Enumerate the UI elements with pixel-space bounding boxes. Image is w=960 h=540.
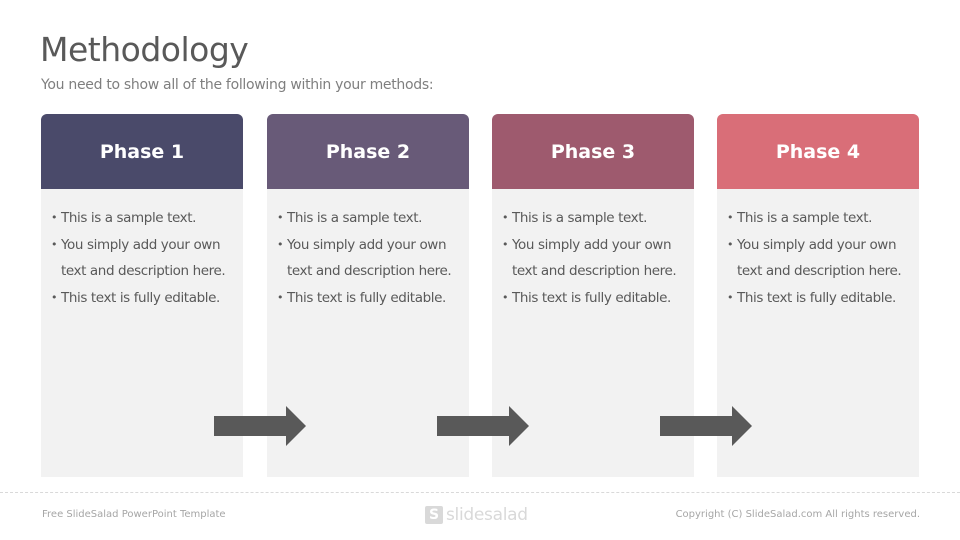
bullet-item: This text is fully editable. [51, 285, 243, 312]
bullet-item: You simply add your own text and descrip… [51, 232, 243, 285]
bullet-item: This is a sample text. [277, 205, 469, 232]
footer-divider [0, 492, 960, 493]
footer-copyright: Copyright (C) SlideSalad.com All rights … [675, 509, 920, 520]
phase-label: Phase 2 [325, 140, 411, 163]
bullet-item: This text is fully editable. [727, 285, 919, 312]
bullet-item: This is a sample text. [727, 205, 919, 232]
logo-mark-icon: S [425, 506, 443, 524]
bullet-item: This text is fully editable. [277, 285, 469, 312]
bullet-item: You simply add your own text and descrip… [277, 232, 469, 285]
phase-bullet-list: This is a sample text. You simply add yo… [492, 189, 694, 311]
phase-header-4: Phase 4 [717, 114, 919, 189]
bullet-item: You simply add your own text and descrip… [502, 232, 694, 285]
slidesalad-logo: S slidesalad [425, 505, 528, 525]
phase-header-2: Phase 2 [267, 114, 469, 189]
phase-column-1: Phase 1 This is a sample text. You simpl… [41, 114, 243, 477]
arrow-right-icon [214, 406, 306, 446]
phase-label: Phase 3 [550, 140, 636, 163]
phase-header-3: Phase 3 [492, 114, 694, 189]
phase-bullet-list: This is a sample text. You simply add yo… [41, 189, 243, 311]
arrow-right-icon [437, 406, 529, 446]
phase-label: Phase 4 [775, 140, 861, 163]
phase-label: Phase 1 [99, 140, 185, 163]
slide-title: Methodology [40, 30, 249, 69]
footer-left-text: Free SlideSalad PowerPoint Template [42, 509, 226, 520]
phase-bullet-list: This is a sample text. You simply add yo… [717, 189, 919, 311]
phase-bullet-list: This is a sample text. You simply add yo… [267, 189, 469, 311]
logo-text: slidesalad [446, 505, 528, 525]
bullet-item: This is a sample text. [502, 205, 694, 232]
arrow-right-icon [660, 406, 752, 446]
slide-subtitle: You need to show all of the following wi… [41, 77, 434, 93]
bullet-item: This is a sample text. [51, 205, 243, 232]
bullet-item: You simply add your own text and descrip… [727, 232, 919, 285]
phase-header-1: Phase 1 [41, 114, 243, 189]
bullet-item: This text is fully editable. [502, 285, 694, 312]
